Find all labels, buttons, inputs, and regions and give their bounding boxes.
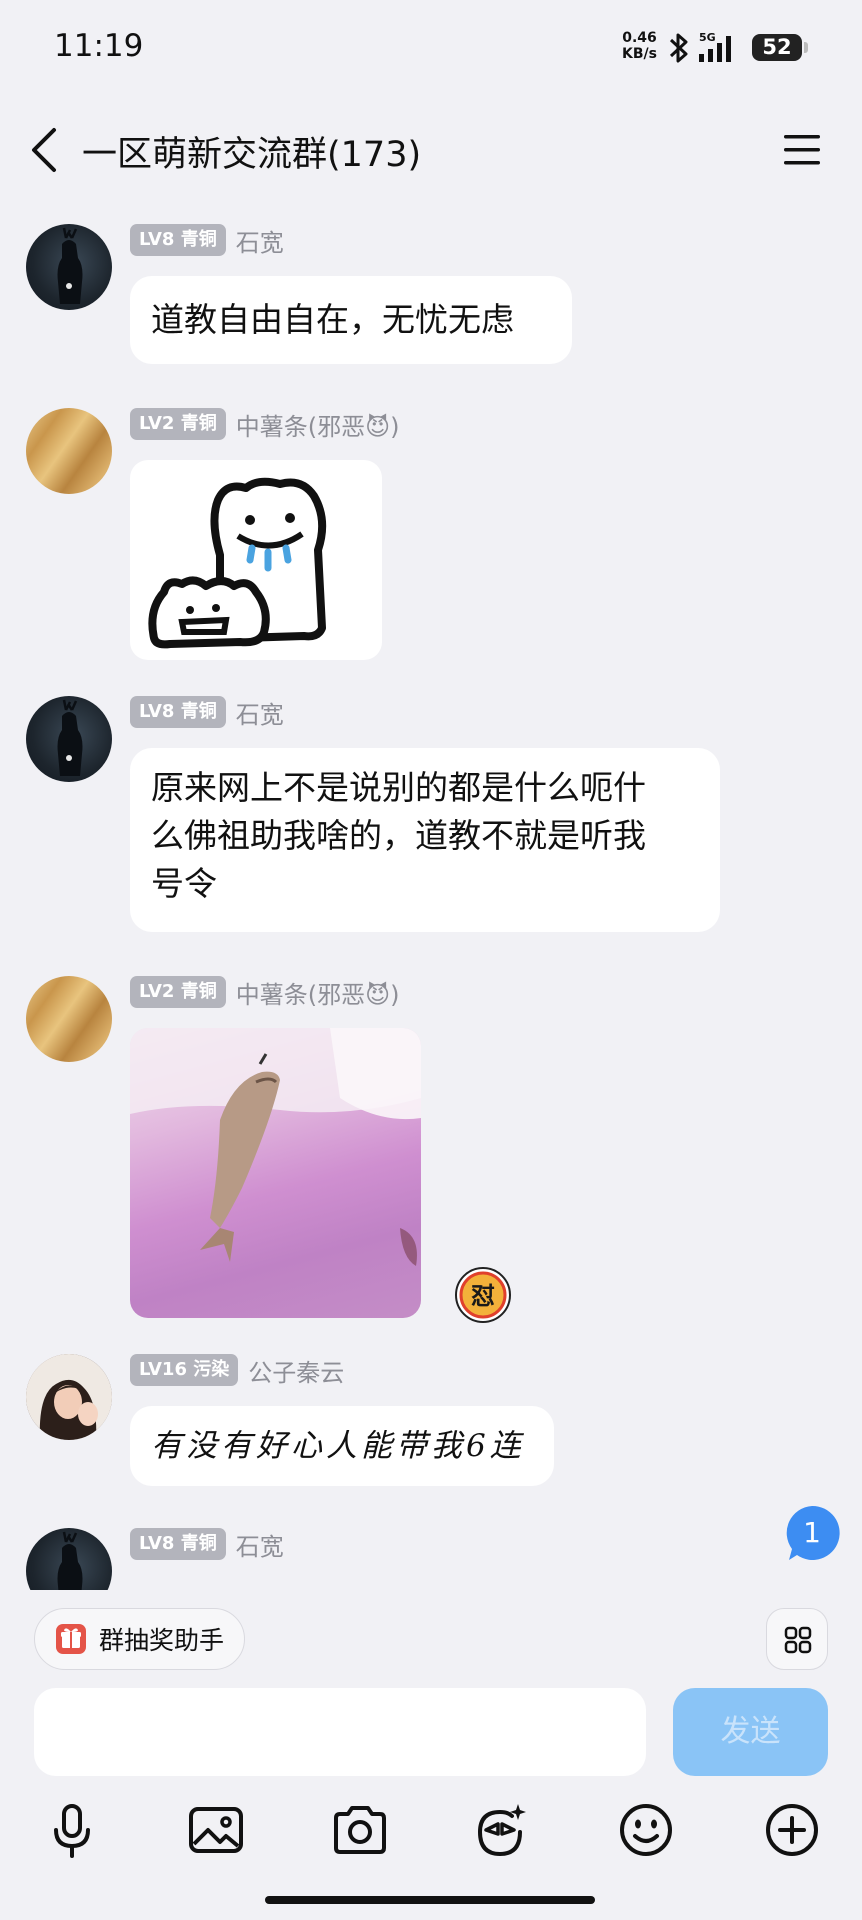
signal-icon: 5G xyxy=(699,31,731,62)
image-icon[interactable] xyxy=(186,1800,246,1860)
send-button[interactable]: 发送 xyxy=(673,1688,828,1776)
portrait-image xyxy=(26,1354,112,1440)
sender-name[interactable]: 中薯条(邪恶😈) xyxy=(236,407,400,442)
level-badge: LV2 青铜 xyxy=(130,408,226,440)
deer-silhouette-icon xyxy=(57,1531,83,1590)
level-badge: LV16 污染 xyxy=(130,1354,239,1386)
face-sticker-icon[interactable] xyxy=(472,1800,532,1860)
level-badge: LV8 青铜 xyxy=(130,1528,226,1560)
message-meta: LV16 污染 公子秦云 xyxy=(130,1353,344,1388)
plus-icon[interactable] xyxy=(762,1800,822,1860)
network-speed-unit: KB/s xyxy=(622,46,657,62)
sender-name[interactable]: 石宽 xyxy=(236,1528,284,1562)
lottery-assistant-label: 群抽奖助手 xyxy=(99,1626,225,1655)
network-speed: 0.46 KB/s xyxy=(622,30,657,62)
photo-avatar[interactable] xyxy=(26,1354,112,1440)
level-badge: LV2 青铜 xyxy=(130,976,226,1008)
status-bar: 11:19 0.46 KB/s 5G 52 xyxy=(0,0,862,100)
chat-header: 一区萌新交流群(173) xyxy=(0,100,862,200)
deer-silhouette-icon xyxy=(57,227,83,304)
reaction-icon[interactable]: 怼 xyxy=(454,1266,512,1324)
message-line: 么佛祖助我啥的，道教不就是听我 xyxy=(151,816,646,855)
deer-avatar[interactable] xyxy=(26,1528,112,1590)
microphone-icon[interactable] xyxy=(42,1800,102,1860)
unread-count: 1 xyxy=(803,1516,821,1549)
input-toolbar xyxy=(0,1800,862,1880)
apps-grid-button[interactable] xyxy=(766,1608,828,1670)
message-meta: LV8 青铜 石宽 xyxy=(130,695,284,730)
menu-icon[interactable] xyxy=(782,132,822,168)
network-speed-value: 0.46 xyxy=(622,30,657,46)
sender-name[interactable]: 公子秦云 xyxy=(248,1353,344,1388)
reaction-label: 怼 xyxy=(471,1282,495,1310)
sender-name[interactable]: 石宽 xyxy=(236,695,284,730)
deer-avatar[interactable] xyxy=(26,224,112,310)
home-indicator[interactable] xyxy=(265,1896,595,1904)
fish-image xyxy=(130,1028,421,1266)
gold-avatar[interactable] xyxy=(26,408,112,494)
message-meta: LV8 青铜 石宽 xyxy=(130,223,284,258)
message-meta: LV2 青铜 中薯条(邪恶😈) xyxy=(130,407,400,442)
message-input[interactable] xyxy=(34,1688,646,1776)
chat-title: 一区萌新交流群(173) xyxy=(82,135,422,175)
sticker-image[interactable] xyxy=(130,460,382,660)
message-meta: LV2 青铜 中薯条(邪恶😈) xyxy=(130,975,400,1010)
level-badge: LV8 青铜 xyxy=(130,224,226,256)
gift-icon xyxy=(56,1624,86,1654)
fish-photo[interactable] xyxy=(130,1028,421,1318)
deer-avatar[interactable] xyxy=(26,696,112,782)
input-panel: 群抽奖助手 发送 xyxy=(0,1590,862,1920)
message-bubble[interactable]: 道教自由自在，无忧无虑 xyxy=(130,276,572,364)
status-time: 11:19 xyxy=(54,28,144,64)
sender-name[interactable]: 石宽 xyxy=(236,223,284,258)
network-type: 5G xyxy=(699,31,716,44)
battery-indicator: 52 xyxy=(752,34,808,61)
gold-avatar[interactable] xyxy=(26,976,112,1062)
message-line: 号令 xyxy=(151,864,217,903)
message-item: LV8 青铜 石宽 xyxy=(0,1528,862,1590)
level-badge: LV8 青铜 xyxy=(130,696,226,728)
message-bubble[interactable]: 有没有好心人能带我6连 xyxy=(130,1406,554,1486)
sender-name[interactable]: 中薯条(邪恶😈) xyxy=(236,975,400,1010)
unread-count-badge[interactable]: 1 xyxy=(783,1504,841,1562)
message-bubble[interactable]: 原来网上不是说别的都是什么呃什 么佛祖助我啥的，道教不就是听我 号令 xyxy=(130,748,720,932)
bear-sticker-icon xyxy=(148,477,327,649)
bluetooth-icon xyxy=(669,33,688,63)
message-meta: LV8 青铜 石宽 xyxy=(130,1528,284,1562)
back-arrow-icon[interactable] xyxy=(26,124,66,176)
grid-icon xyxy=(784,1626,812,1654)
lottery-assistant-button[interactable]: 群抽奖助手 xyxy=(34,1608,246,1670)
camera-icon[interactable] xyxy=(330,1800,390,1860)
deer-silhouette-icon xyxy=(57,699,83,776)
emoji-icon[interactable] xyxy=(616,1800,676,1860)
message-line: 原来网上不是说别的都是什么呃什 xyxy=(151,768,646,807)
